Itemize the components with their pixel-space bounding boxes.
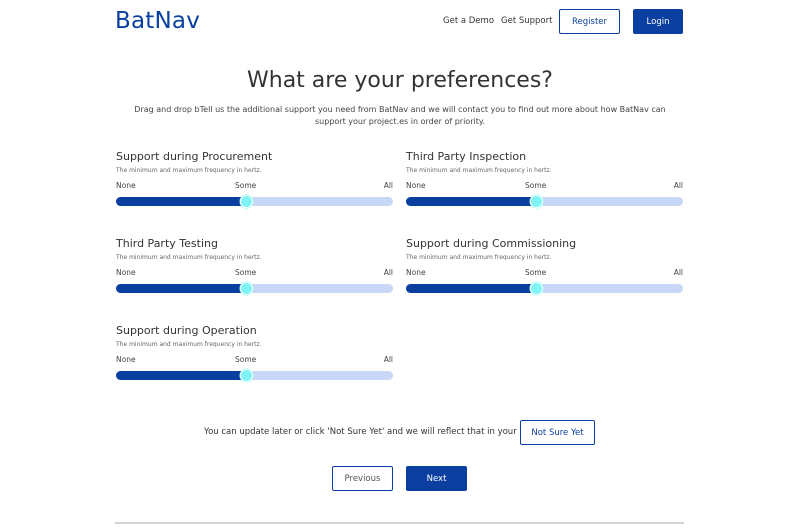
slider-thumb[interactable] bbox=[240, 195, 254, 208]
preference-third-party-testing: Third Party Testing The minimum and maxi… bbox=[116, 237, 394, 305]
tick-none: None bbox=[116, 268, 136, 277]
slider-track[interactable] bbox=[406, 195, 683, 208]
register-button[interactable]: Register bbox=[559, 9, 620, 34]
tick-some: Some bbox=[525, 181, 547, 190]
preference-label: Support during Procurement bbox=[116, 150, 273, 163]
tick-all: All bbox=[383, 268, 393, 277]
preference-third-party-inspection: Third Party Inspection The minimum and m… bbox=[406, 150, 684, 218]
next-button[interactable]: Next bbox=[406, 466, 467, 491]
slider-track[interactable] bbox=[116, 369, 393, 382]
tick-none: None bbox=[406, 268, 426, 277]
page-subtitle: Drag and drop bTell us the additional su… bbox=[134, 105, 666, 126]
update-later-text: You can update later or click 'Not Sure … bbox=[204, 427, 555, 437]
preference-commissioning: Support during Commissioning The minimum… bbox=[406, 237, 684, 305]
nav-get-a-demo[interactable]: Get a Demo bbox=[443, 16, 494, 26]
preference-description: The minimum and maximum frequency in her… bbox=[116, 341, 262, 348]
preference-operation: Support during Operation The minimum and… bbox=[116, 324, 394, 392]
logo[interactable]: BatNav bbox=[115, 8, 200, 34]
divider bbox=[115, 522, 684, 524]
slider-fill bbox=[406, 284, 537, 293]
tick-all: All bbox=[383, 181, 393, 190]
tick-some: Some bbox=[235, 355, 257, 364]
slider-thumb[interactable] bbox=[240, 369, 254, 382]
preference-description: The minimum and maximum frequency in her… bbox=[116, 254, 262, 261]
page-title: What are your preferences? bbox=[247, 68, 553, 93]
tick-all: All bbox=[673, 268, 683, 277]
slider-fill bbox=[116, 284, 247, 293]
preference-procurement: Support during Procurement The minimum a… bbox=[116, 150, 394, 218]
tick-none: None bbox=[406, 181, 426, 190]
preference-label: Third Party Inspection bbox=[406, 150, 527, 163]
tick-some: Some bbox=[235, 181, 257, 190]
nav-get-support[interactable]: Get Support bbox=[501, 16, 552, 26]
tick-some: Some bbox=[525, 268, 547, 277]
not-sure-yet-button[interactable]: Not Sure Yet bbox=[520, 420, 595, 445]
tick-all: All bbox=[673, 181, 683, 190]
preference-description: The minimum and maximum frequency in her… bbox=[406, 167, 552, 174]
slider-thumb[interactable] bbox=[530, 195, 544, 208]
tick-some: Some bbox=[235, 268, 257, 277]
preference-label: Support during Operation bbox=[116, 324, 257, 337]
preference-description: The minimum and maximum frequency in her… bbox=[406, 254, 552, 261]
slider-thumb[interactable] bbox=[530, 282, 544, 295]
slider-fill bbox=[116, 197, 247, 206]
slider-fill bbox=[406, 197, 537, 206]
slider-track[interactable] bbox=[116, 282, 393, 295]
slider-thumb[interactable] bbox=[240, 282, 254, 295]
tick-all: All bbox=[383, 355, 393, 364]
preference-label: Third Party Testing bbox=[116, 237, 218, 250]
preference-label: Support during Commissioning bbox=[406, 237, 577, 250]
slider-track[interactable] bbox=[406, 282, 683, 295]
slider-track[interactable] bbox=[116, 195, 393, 208]
tick-none: None bbox=[116, 355, 136, 364]
tick-none: None bbox=[116, 181, 136, 190]
previous-button[interactable]: Previous bbox=[332, 466, 393, 491]
login-button[interactable]: Login bbox=[633, 9, 683, 34]
preference-description: The minimum and maximum frequency in her… bbox=[116, 167, 262, 174]
slider-fill bbox=[116, 371, 247, 380]
